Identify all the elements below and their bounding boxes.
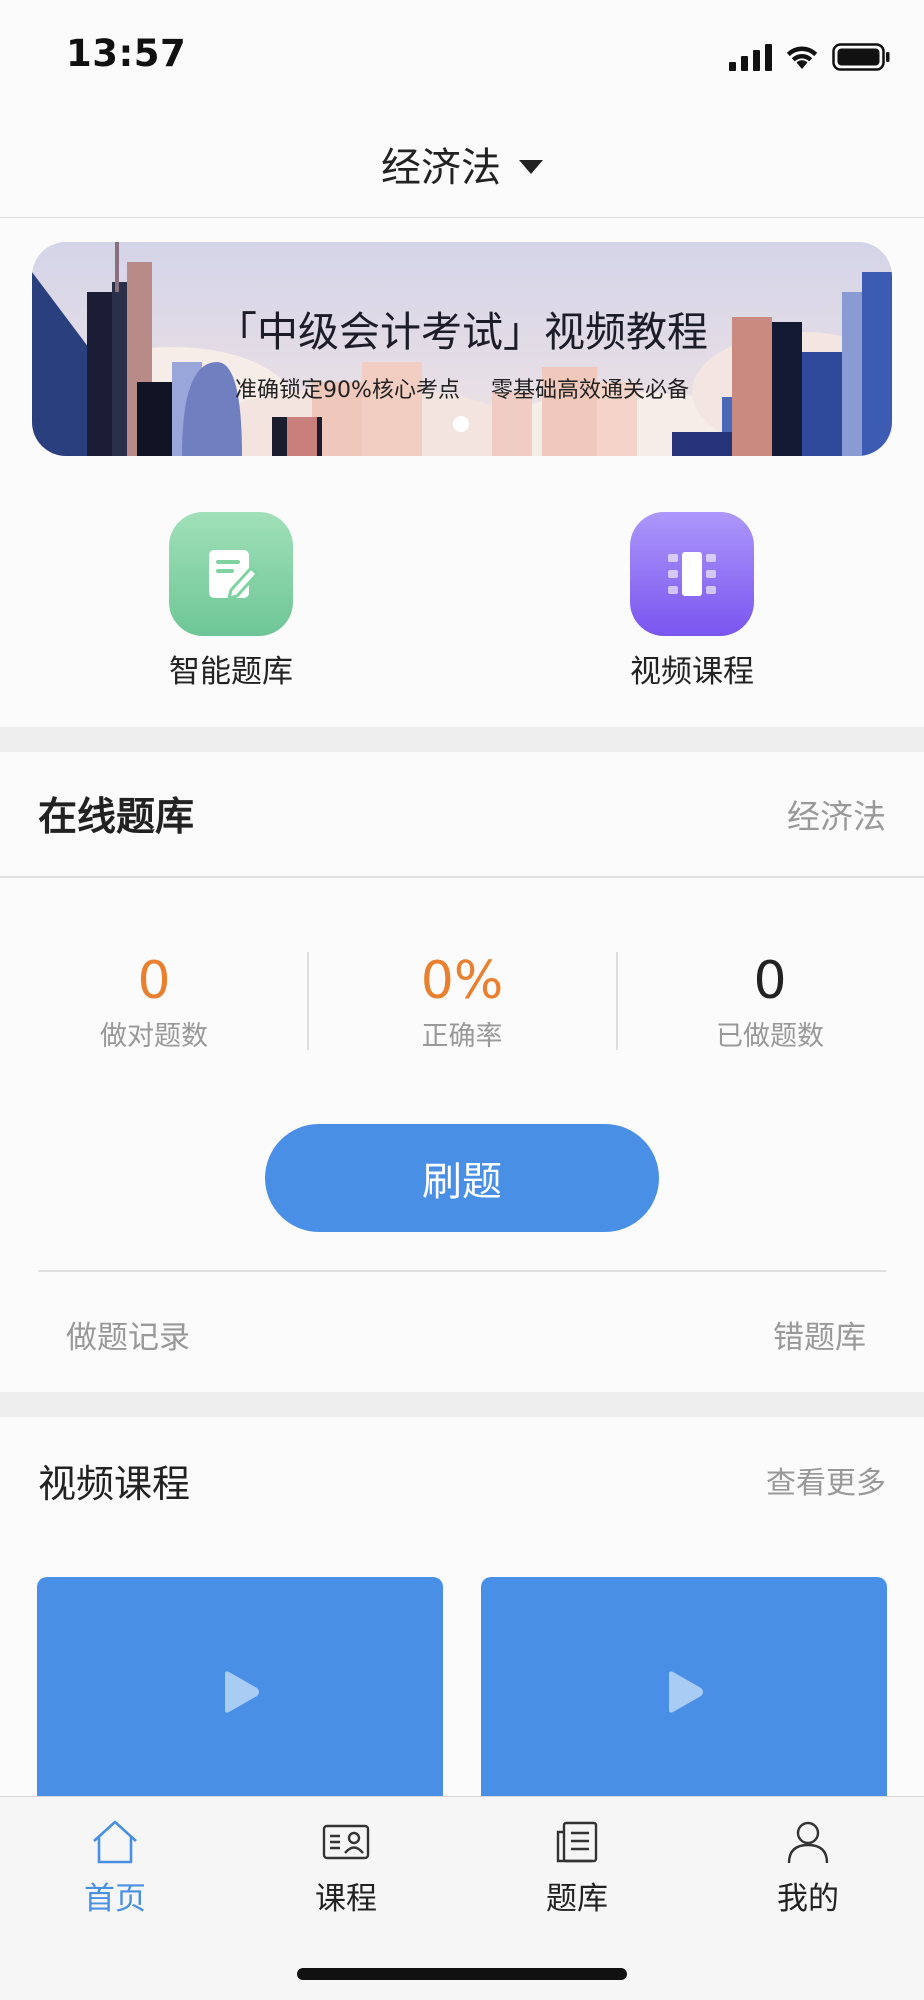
stat-done-count: 0 已做题数 <box>616 950 924 1053</box>
tab-profile[interactable]: 我的 <box>738 1817 878 1918</box>
wrong-questions-link[interactable]: 错题库 <box>773 1312 866 1357</box>
subject-selector[interactable]: 经济法 <box>0 110 924 218</box>
question-bank-icon <box>551 1817 603 1867</box>
stat-label: 已做题数 <box>716 1021 824 1052</box>
tab-label: 课程 <box>315 1881 377 1917</box>
view-more-link[interactable]: 查看更多 <box>766 1458 886 1502</box>
quick-entry-label: 智能题库 <box>169 654 293 690</box>
video-course-entry[interactable]: 视频课程 <box>592 512 792 691</box>
practice-record-link[interactable]: 做题记录 <box>66 1312 190 1357</box>
stat-value: 0 <box>137 951 171 1011</box>
page-title: 经济法 <box>381 144 501 191</box>
divider <box>38 1270 886 1272</box>
banner-title: 「中级会计考试」视频教程 <box>216 308 708 356</box>
tab-course[interactable]: 课程 <box>276 1817 416 1918</box>
profile-icon <box>782 1817 834 1867</box>
home-icon <box>89 1817 141 1867</box>
tab-home[interactable]: 首页 <box>45 1817 185 1918</box>
status-time: 13:57 <box>66 32 187 75</box>
course-card-icon <box>320 1817 372 1867</box>
tab-label: 我的 <box>777 1881 839 1917</box>
divider <box>0 876 924 878</box>
section-title: 在线题库 <box>38 795 195 840</box>
tab-question-bank[interactable]: 题库 <box>507 1817 647 1918</box>
wifi-icon <box>786 46 818 69</box>
current-subject[interactable]: 经济法 <box>787 790 886 838</box>
carousel-indicator[interactable] <box>453 416 469 432</box>
practice-button[interactable]: 刷题 <box>265 1124 659 1232</box>
stat-value: 0% <box>420 951 504 1011</box>
quick-entry-label: 视频课程 <box>630 654 754 690</box>
banner-subtitle: 准确锁定90%核心考点 零基础高效通关必备 <box>235 378 689 403</box>
video-card[interactable] <box>37 1577 443 1807</box>
tab-label: 题库 <box>546 1881 608 1917</box>
play-icon <box>669 1671 703 1713</box>
online-bank-header: 在线题库 经济法 <box>0 752 924 876</box>
stat-accuracy: 0% 正确率 <box>308 950 616 1053</box>
status-bar: 13:57 <box>0 0 924 110</box>
tab-label: 首页 <box>84 1881 146 1917</box>
stat-label: 做对题数 <box>100 1021 208 1052</box>
status-icons <box>729 40 890 74</box>
section-title: 视频课程 <box>38 1461 191 1506</box>
section-separator <box>0 727 924 752</box>
home-indicator <box>297 1968 627 1980</box>
caret-down-icon <box>519 159 543 174</box>
film-icon <box>630 512 754 636</box>
video-section-header: 视频课程 查看更多 <box>0 1417 924 1543</box>
stat-label: 正确率 <box>421 1021 503 1052</box>
section-separator <box>0 1392 924 1417</box>
stat-value: 0 <box>753 951 787 1011</box>
battery-icon <box>832 43 890 71</box>
note-edit-icon <box>169 512 293 636</box>
stat-correct-count: 0 做对题数 <box>0 950 308 1053</box>
video-card[interactable] <box>481 1577 887 1807</box>
smart-question-bank-entry[interactable]: 智能题库 <box>131 512 331 691</box>
cellular-signal-icon <box>729 43 772 71</box>
play-icon <box>225 1671 259 1713</box>
